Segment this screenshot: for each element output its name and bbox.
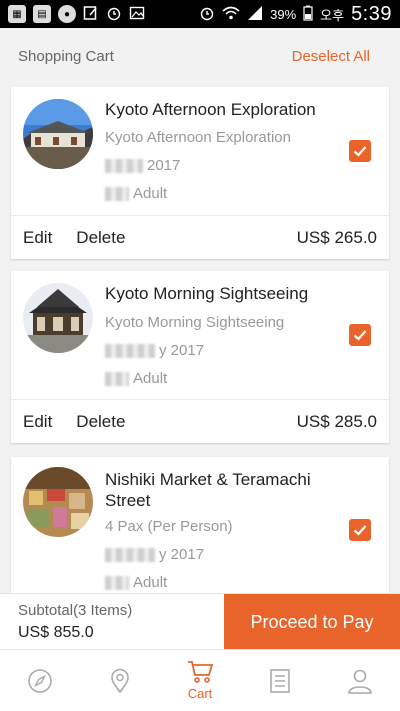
- tour-title[interactable]: Kyoto Afternoon Exploration: [105, 99, 339, 120]
- edit-button[interactable]: Edit: [23, 412, 52, 432]
- battery-icon: [303, 5, 313, 24]
- app-notification-icon: ▤: [33, 5, 51, 23]
- tour-thumbnail[interactable]: [23, 467, 93, 537]
- tour-thumbnail[interactable]: [23, 99, 93, 169]
- alarm-icon: [106, 5, 122, 24]
- edit-icon: [83, 5, 99, 24]
- tour-pax-text: Adult: [133, 574, 168, 591]
- proceed-to-pay-button[interactable]: Proceed to Pay: [224, 594, 400, 650]
- status-bar-left: ▦ ▤ ●: [8, 5, 145, 24]
- battery-percent: 39%: [270, 6, 297, 22]
- redacted-text: [105, 548, 155, 563]
- deselect-all-button[interactable]: Deselect All: [292, 48, 370, 65]
- checkmark-icon: [353, 330, 367, 341]
- delete-button[interactable]: Delete: [76, 228, 125, 248]
- cart-icon: [188, 661, 214, 683]
- cart-item-card: Kyoto Afternoon Exploration Kyoto Aftern…: [11, 87, 389, 259]
- item-select-checkbox[interactable]: [349, 519, 371, 541]
- wifi-icon: [222, 5, 240, 24]
- redacted-text: [105, 159, 143, 174]
- checkmark-icon: [353, 146, 367, 157]
- item-select-checkbox[interactable]: [349, 324, 371, 346]
- cart-item-details: Kyoto Afternoon Exploration Kyoto Aftern…: [11, 87, 389, 215]
- subtotal-bar: Subtotal(3 Items) US$ 855.0 Proceed to P…: [0, 593, 400, 650]
- nav-cart-label: Cart: [187, 686, 213, 701]
- nav-orders[interactable]: [245, 651, 315, 711]
- app-notification-icon: ▦: [8, 5, 26, 23]
- profile-icon: [348, 669, 372, 694]
- tour-subtitle: 4 Pax (Per Person): [105, 518, 233, 535]
- tour-pax-text: Adult: [133, 185, 168, 202]
- nav-explore[interactable]: [5, 651, 75, 711]
- redacted-text: [105, 372, 129, 387]
- edit-button[interactable]: Edit: [23, 228, 52, 248]
- tour-pax: Adult: [105, 574, 167, 591]
- subtotal-amount: US$ 855.0: [18, 624, 94, 641]
- redacted-text: [105, 576, 129, 591]
- tour-date-text: y 2017: [159, 342, 205, 359]
- tour-date: 2017: [105, 157, 180, 174]
- cart-item-actions: Edit Delete US$ 285.0: [11, 399, 389, 443]
- tour-title[interactable]: Kyoto Morning Sightseeing: [105, 283, 339, 304]
- subtotal-label: Subtotal(3 Items): [18, 602, 133, 619]
- item-price: US$ 265.0: [296, 227, 377, 247]
- location-pin-icon: [111, 668, 129, 693]
- compass-icon: [28, 668, 52, 693]
- status-bar: ▦ ▤ ● 39% 오후 5:39: [0, 0, 400, 28]
- alarm-icon: [199, 5, 215, 24]
- time-period: 오후: [320, 7, 345, 23]
- tour-date: y 2017: [105, 342, 204, 359]
- cart-header: Shopping Cart Deselect All: [0, 28, 400, 84]
- app-notification-icon: ●: [58, 5, 76, 23]
- item-select-checkbox[interactable]: [349, 140, 371, 162]
- tour-pax-text: Adult: [133, 370, 168, 387]
- tour-subtitle: Kyoto Morning Sightseeing: [105, 314, 285, 331]
- nav-destinations[interactable]: [85, 651, 155, 711]
- tour-pax: Adult: [105, 185, 167, 202]
- tour-date-text: 2017: [147, 157, 181, 174]
- nav-cart[interactable]: Cart: [165, 651, 235, 711]
- list-icon: [270, 668, 290, 693]
- nav-account[interactable]: [325, 651, 395, 711]
- clock: 5:39: [351, 2, 392, 25]
- signal-icon: [247, 5, 263, 24]
- tour-date-text: y 2017: [159, 546, 205, 563]
- status-bar-right: 39% 오후 5:39: [199, 3, 392, 26]
- image-icon: [129, 5, 145, 24]
- checkmark-icon: [353, 525, 367, 536]
- bottom-nav: Cart: [0, 649, 400, 711]
- tour-subtitle: Kyoto Afternoon Exploration: [105, 129, 291, 146]
- redacted-text: [105, 187, 129, 202]
- cart-item-card: Kyoto Morning Sightseeing Kyoto Morning …: [11, 271, 389, 443]
- tour-thumbnail[interactable]: [23, 283, 93, 353]
- page-title: Shopping Cart: [18, 47, 114, 65]
- tour-pax: Adult: [105, 370, 167, 387]
- item-price: US$ 285.0: [296, 411, 377, 431]
- tour-title[interactable]: Nishiki Market & Teramachi Street: [105, 469, 339, 511]
- cart-item-details: Kyoto Morning Sightseeing Kyoto Morning …: [11, 271, 389, 399]
- cart-item-actions: Edit Delete US$ 265.0: [11, 215, 389, 259]
- tour-date: y 2017: [105, 546, 204, 563]
- redacted-text: [105, 344, 155, 359]
- delete-button[interactable]: Delete: [76, 412, 125, 432]
